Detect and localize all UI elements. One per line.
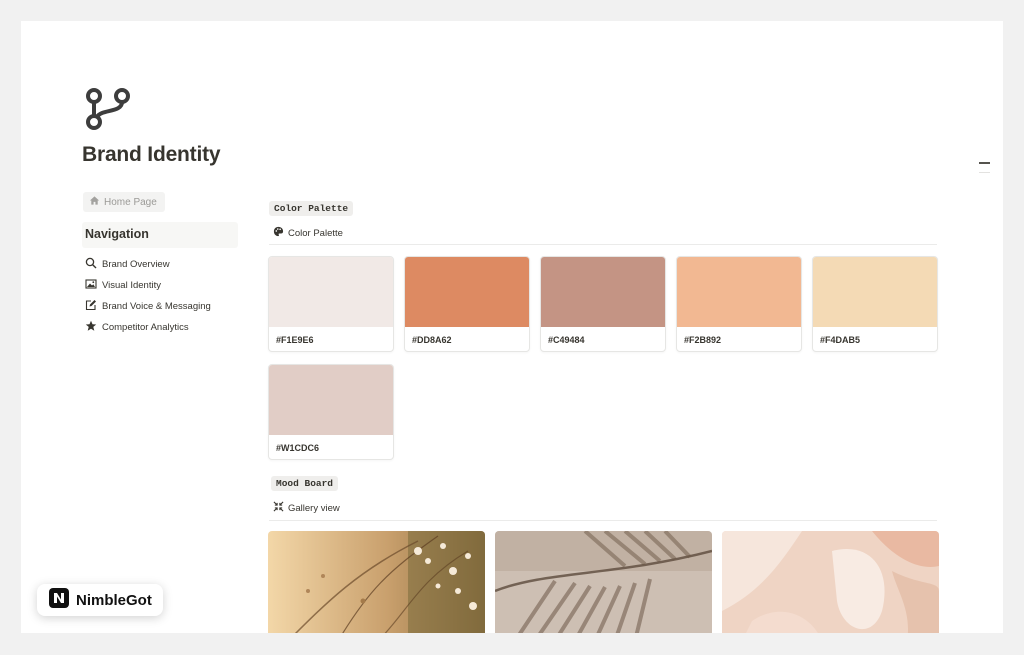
star-icon xyxy=(85,320,97,335)
swatch-color xyxy=(269,257,393,327)
branch-icon xyxy=(85,87,133,131)
swatch-label: #F4DAB5 xyxy=(820,335,861,345)
swatch-color xyxy=(405,257,529,327)
color-swatch-card[interactable]: #F1E9E6 xyxy=(268,256,394,352)
nav-item-visual-identity[interactable]: Visual Identity xyxy=(85,275,211,296)
mood-image-textured-paint xyxy=(722,531,939,633)
swatch-label: #F2B892 xyxy=(684,335,722,345)
page: Brand Identity Home Page Navigation Bran… xyxy=(21,21,1003,633)
mood-board-heading: Mood Board xyxy=(271,476,339,491)
nav-item-label: Brand Overview xyxy=(102,259,170,270)
home-icon xyxy=(89,195,100,209)
outline-divider xyxy=(979,172,990,173)
color-palette-heading: Color Palette xyxy=(269,201,354,216)
color-swatch-card[interactable]: #W1CDC6 xyxy=(268,364,394,460)
navigation-heading: Navigation xyxy=(82,222,238,248)
color-swatch-card[interactable]: #F4DAB5 xyxy=(812,256,938,352)
section-divider xyxy=(269,244,937,245)
swatch-label: #W1CDC6 xyxy=(276,443,320,453)
swatch-color xyxy=(813,257,937,327)
watermark-text: NimbleGot xyxy=(76,591,152,609)
color-palette-view-tab[interactable]: Color Palette xyxy=(273,226,343,240)
mood-image-palm-leaves xyxy=(495,531,712,633)
navigation-list: Brand Overview Visual Identity Brand Voi… xyxy=(85,254,211,338)
nimblegot-logo xyxy=(48,587,70,614)
nav-item-brand-overview[interactable]: Brand Overview xyxy=(85,254,211,275)
mood-board-card-textured-paint[interactable] xyxy=(722,531,939,633)
nav-item-competitor-analytics[interactable]: Competitor Analytics xyxy=(85,317,211,338)
outline-toggle[interactable] xyxy=(979,162,990,164)
mood-image-dried-flowers xyxy=(268,531,485,633)
edit-icon xyxy=(85,299,97,314)
swatch-label: #C49484 xyxy=(548,335,585,345)
nav-item-label: Competitor Analytics xyxy=(102,322,189,333)
nav-item-label: Visual Identity xyxy=(102,280,161,291)
view-label-text: Color Palette xyxy=(288,227,343,239)
view-label-text: Gallery view xyxy=(288,502,340,514)
search-icon xyxy=(85,257,97,272)
gallery-view-tab[interactable]: Gallery view xyxy=(273,501,340,515)
swatch-color xyxy=(269,365,393,435)
page-title: Brand Identity xyxy=(82,143,221,166)
nav-item-label: Brand Voice & Messaging xyxy=(102,301,211,312)
palette-icon xyxy=(273,226,284,240)
color-swatch-card[interactable]: #DD8A62 xyxy=(404,256,530,352)
swatch-label: #F1E9E6 xyxy=(276,335,314,345)
color-swatch-card[interactable]: #C49484 xyxy=(540,256,666,352)
home-page-button[interactable]: Home Page xyxy=(83,192,165,212)
nimblegot-watermark: NimbleGot xyxy=(37,584,163,616)
section-divider xyxy=(269,520,937,521)
swatch-color xyxy=(677,257,801,327)
swatch-color xyxy=(541,257,665,327)
home-page-label: Home Page xyxy=(104,196,157,208)
color-swatch-card[interactable]: #F2B892 xyxy=(676,256,802,352)
gallery-icon xyxy=(273,501,284,515)
swatch-label: #DD8A62 xyxy=(412,335,452,345)
nav-item-brand-voice[interactable]: Brand Voice & Messaging xyxy=(85,296,211,317)
mood-board-card-dried-flowers[interactable] xyxy=(268,531,485,633)
image-icon xyxy=(85,278,97,293)
mood-board-card-palm-leaves[interactable] xyxy=(495,531,712,633)
